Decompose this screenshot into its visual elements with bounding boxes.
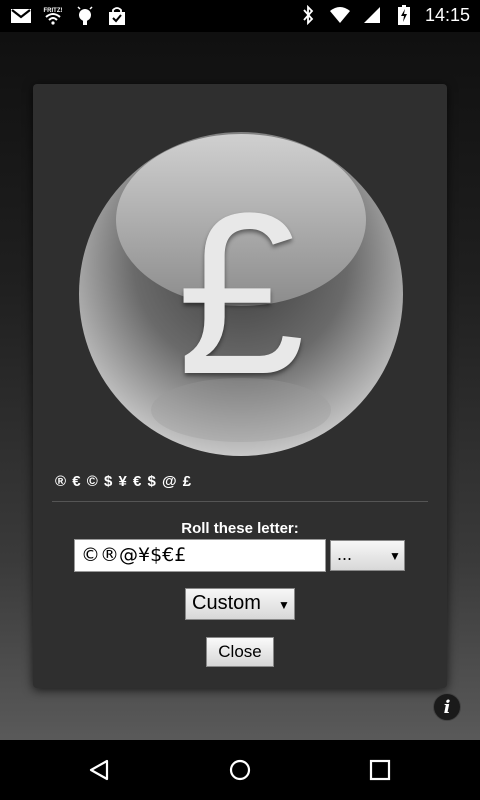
mode-select[interactable]: Custom ▼ xyxy=(185,588,295,620)
shopping-bag-icon xyxy=(106,5,128,27)
coin-image[interactable]: £ xyxy=(79,132,403,456)
currency-symbol: £ xyxy=(177,165,305,422)
recents-icon[interactable] xyxy=(365,755,395,785)
dropdown-arrow-icon: ▼ xyxy=(278,598,290,612)
gmail-icon xyxy=(10,5,32,27)
mode-select-value: Custom xyxy=(192,592,261,614)
status-bar: FRITZ! 14:15 xyxy=(0,0,480,32)
android-debug-icon xyxy=(74,5,96,27)
battery-charging-icon xyxy=(393,4,415,26)
wifi-signal-icon xyxy=(329,4,351,26)
back-icon[interactable] xyxy=(84,755,114,785)
info-button[interactable]: i xyxy=(433,693,461,721)
wifi-hotspot-icon: FRITZ! xyxy=(42,5,64,27)
home-icon[interactable] xyxy=(225,755,255,785)
divider xyxy=(52,501,428,502)
clock: 14:15 xyxy=(424,4,470,25)
rolled-sequence: ® € © $ ¥ € $ @ £ xyxy=(55,473,193,490)
roll-label: Roll these letter: xyxy=(181,520,299,537)
navigation-bar xyxy=(0,740,480,800)
preset-select[interactable]: ... ▼ xyxy=(330,540,405,571)
letters-input[interactable]: ©®@¥$€£ xyxy=(74,539,326,572)
preset-select-value: ... xyxy=(337,544,353,564)
close-button[interactable]: Close xyxy=(206,637,274,667)
cell-signal-icon xyxy=(361,4,383,26)
roll-dialog: £ ® € © $ ¥ € $ @ £ Roll these letter: ©… xyxy=(33,84,447,688)
bluetooth-icon xyxy=(297,4,319,26)
dropdown-arrow-icon: ▼ xyxy=(389,549,401,563)
